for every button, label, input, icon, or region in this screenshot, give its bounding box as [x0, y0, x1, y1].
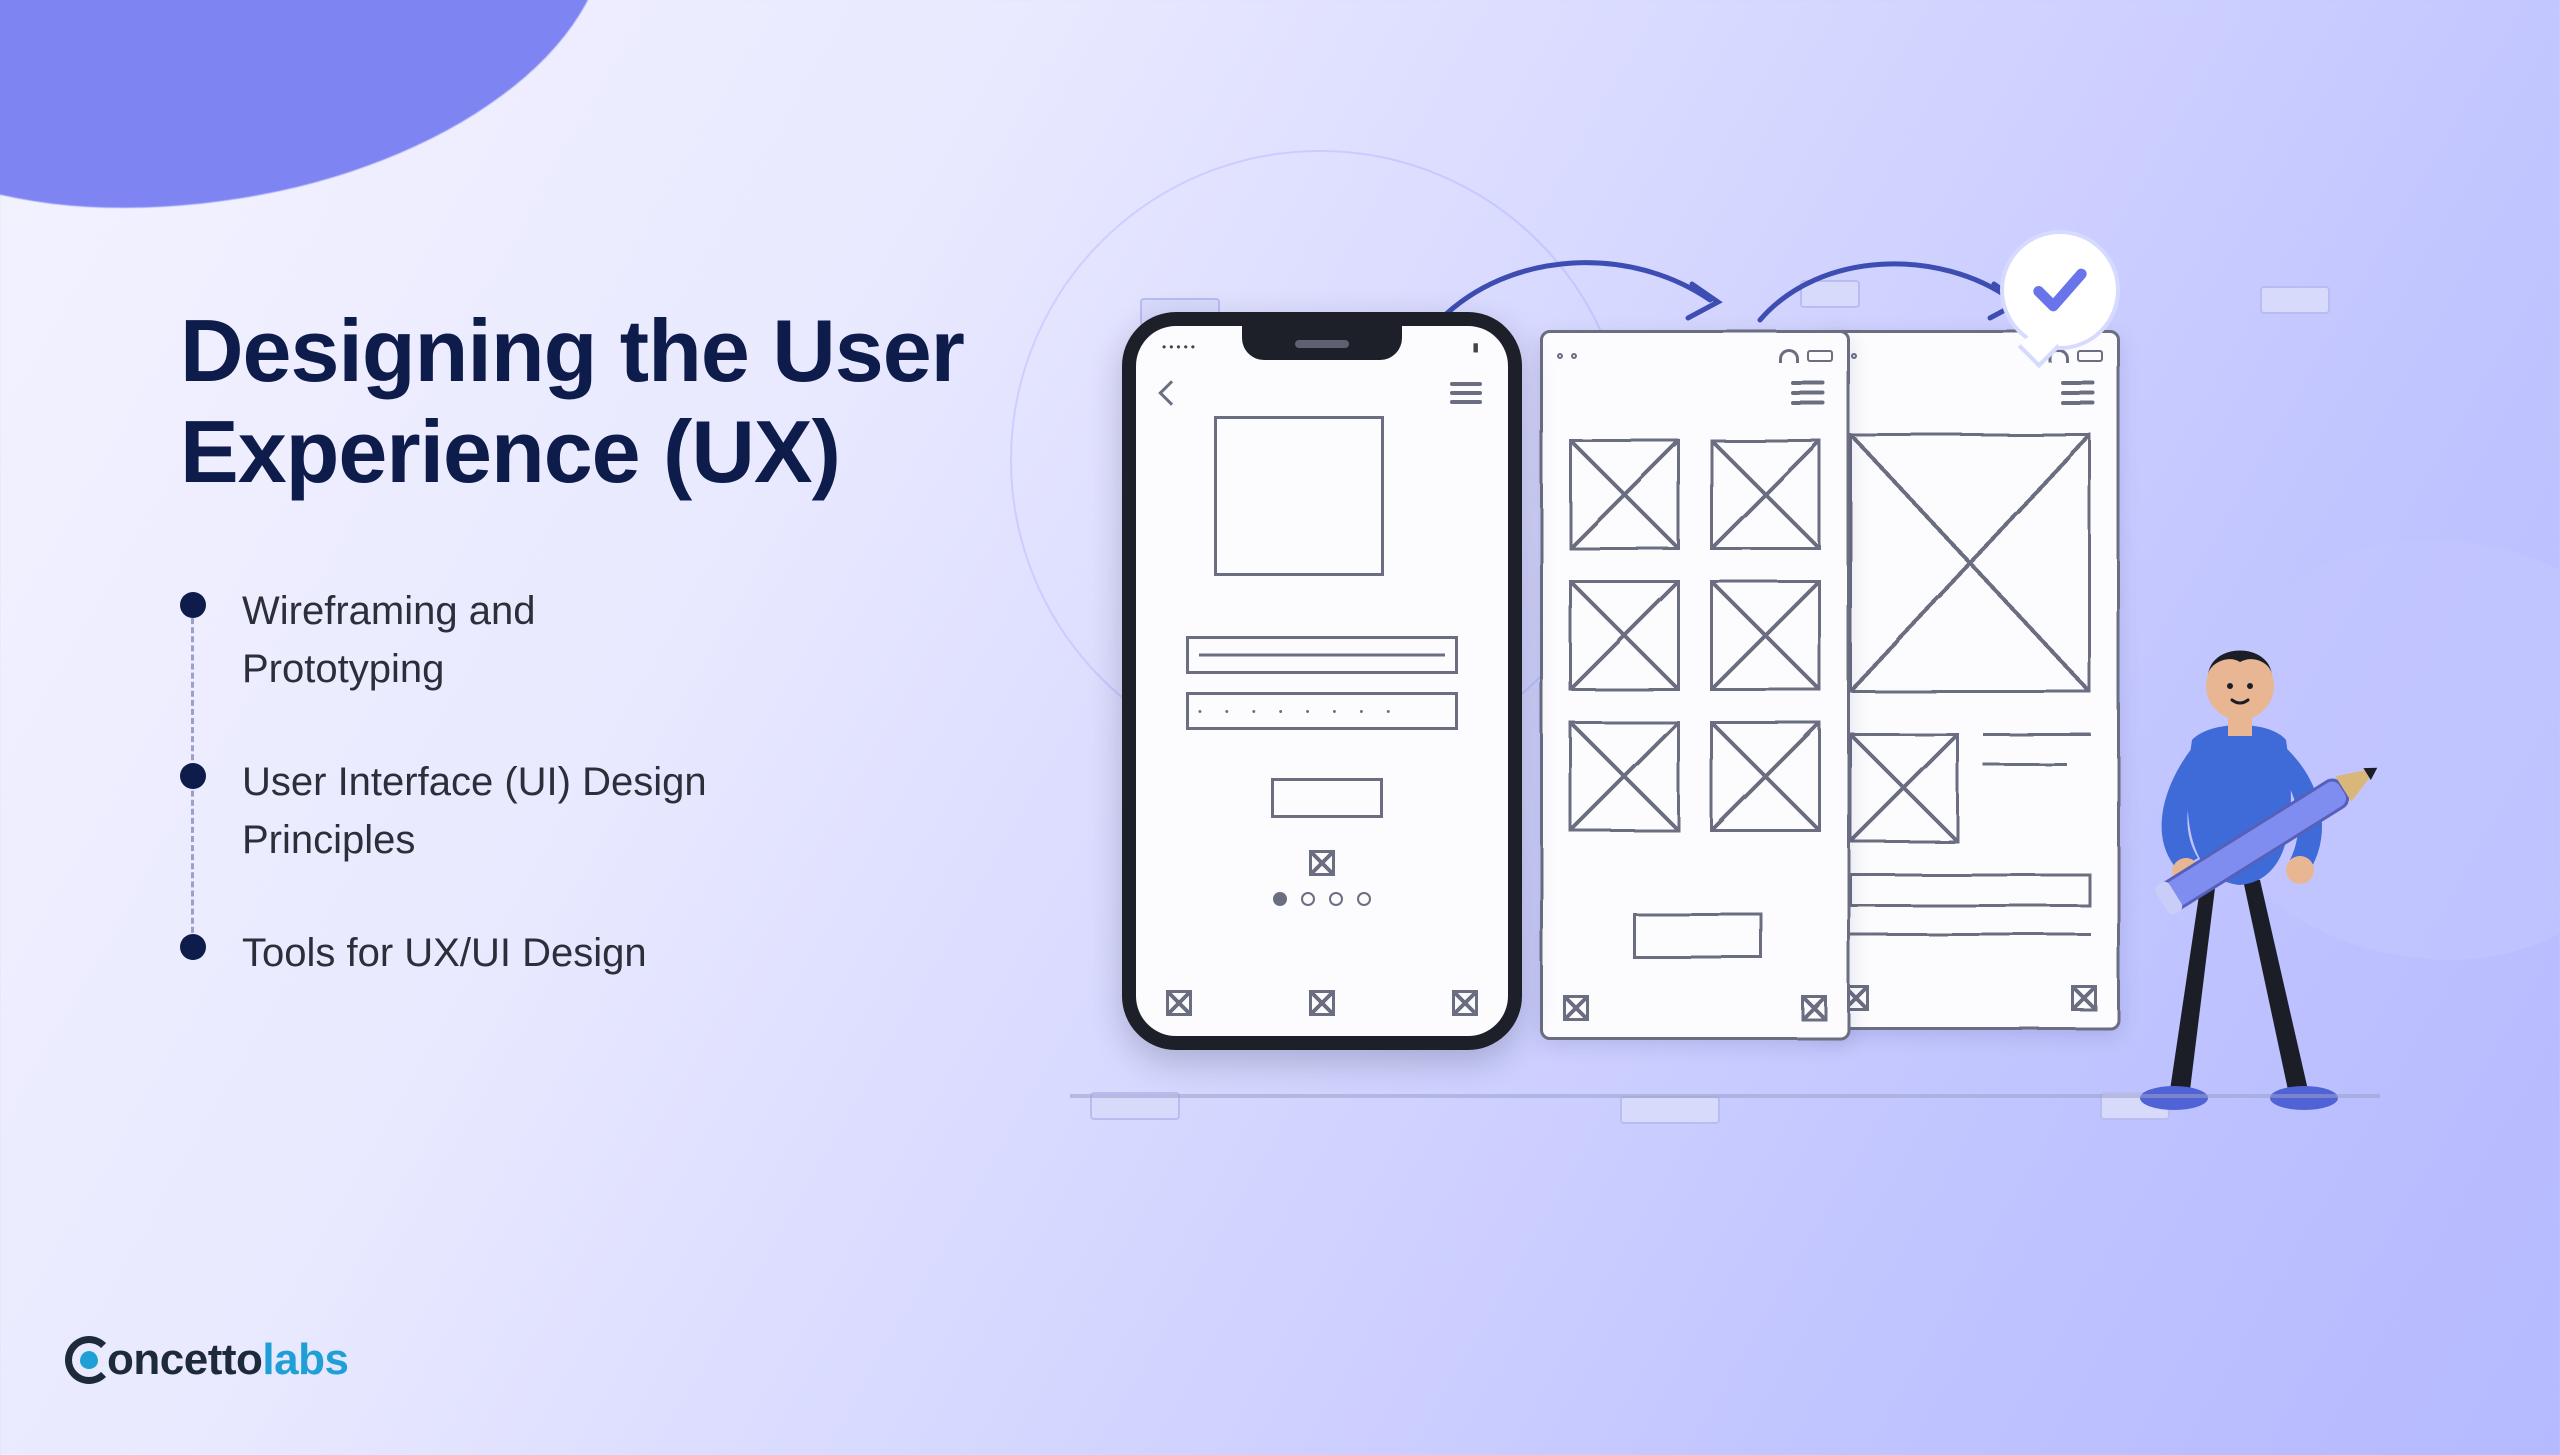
- text-column: Designing the User Experience (UX) Wiref…: [180, 300, 1080, 982]
- image-placeholder-icon: [1710, 580, 1821, 691]
- checkbox-placeholder-icon: [1309, 850, 1335, 876]
- brand-logo: oncettolabs: [65, 1335, 348, 1385]
- phone-status-bar: •••••▮: [1162, 340, 1482, 358]
- decorative-blob-top-left: [0, 0, 646, 275]
- bullet-item: User Interface (UI) Design Principles: [180, 753, 740, 924]
- checkmark-bubble: [2000, 230, 2120, 350]
- image-placeholder-icon: [1569, 721, 1680, 832]
- menu-icon: [1791, 381, 1825, 405]
- checkmark-icon: [2028, 258, 2092, 322]
- nav-placeholder-icon: [1452, 990, 1478, 1016]
- image-placeholder-icon: [1569, 439, 1680, 550]
- logo-c-icon: [65, 1336, 113, 1384]
- button-placeholder: [1849, 873, 2091, 907]
- image-placeholder-icon: [1849, 733, 1959, 843]
- button-placeholder: [1271, 778, 1383, 818]
- nav-placeholder-icon: [1563, 995, 1589, 1021]
- nav-placeholder-icon: [1166, 990, 1192, 1016]
- page-title: Designing the User Experience (UX): [180, 300, 1080, 502]
- text-line-placeholder: [1983, 733, 2091, 736]
- image-placeholder-icon: [1849, 433, 2091, 693]
- menu-icon: [2061, 381, 2095, 405]
- wireframe-panel-2: [1540, 330, 1850, 1040]
- divider-placeholder: [1849, 933, 2091, 936]
- thumbnail-grid: [1569, 439, 1821, 832]
- logo-text-part2: labs: [262, 1335, 348, 1385]
- image-placeholder-icon: [1710, 721, 1821, 832]
- image-placeholder: [1214, 416, 1384, 576]
- button-placeholder: [1633, 913, 1763, 959]
- bottom-nav-placeholder: [1166, 990, 1478, 1016]
- floor-line: [1070, 1094, 2380, 1098]
- logo-bulb-icon: [80, 1351, 98, 1369]
- nav-placeholder-icon: [2071, 985, 2097, 1011]
- image-placeholder-icon: [1710, 439, 1821, 550]
- phone-mockup: •••••▮ • • • • • • • •: [1122, 312, 1522, 1050]
- pagination-dots: [1273, 892, 1371, 906]
- text-line-placeholder: [1983, 763, 2067, 766]
- nav-placeholder-icon: [1309, 990, 1335, 1016]
- decorative-chip: [2260, 286, 2330, 314]
- back-icon: [1158, 380, 1183, 405]
- password-dots: • • • • • • • •: [1198, 706, 1400, 718]
- image-placeholder-icon: [1569, 580, 1680, 691]
- text-field-placeholder: [1186, 636, 1458, 674]
- bullet-list: Wireframing and Prototyping User Interfa…: [180, 582, 1080, 982]
- bullet-item: Wireframing and Prototyping: [180, 582, 740, 753]
- nav-placeholder-icon: [1801, 995, 1827, 1021]
- decorative-chip: [1620, 1096, 1720, 1124]
- wireframe-panel-3: [1820, 330, 2120, 1030]
- menu-icon: [1450, 382, 1482, 404]
- wireframe-illustration: •••••▮ • • • • • • • •: [1100, 270, 2420, 1110]
- bullet-item: Tools for UX/UI Design: [180, 924, 740, 982]
- designer-person-illustration: [2120, 620, 2380, 1110]
- logo-text-part1: oncetto: [107, 1335, 262, 1385]
